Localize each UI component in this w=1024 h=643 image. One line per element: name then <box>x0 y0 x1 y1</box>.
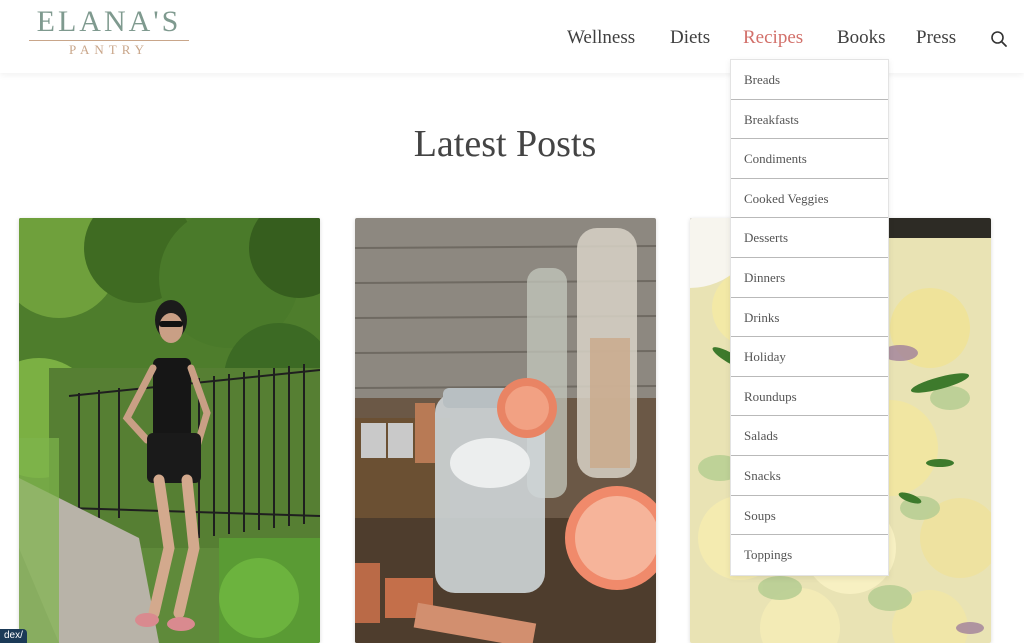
logo-divider <box>29 40 189 41</box>
post-image-water-jar <box>355 218 656 643</box>
dropdown-item-drinks[interactable]: Drinks <box>731 298 888 338</box>
dropdown-item-dinners[interactable]: Dinners <box>731 258 888 298</box>
dropdown-item-breakfasts[interactable]: Breakfasts <box>731 100 888 140</box>
nav-item-press[interactable]: Press <box>916 27 956 49</box>
dropdown-item-toppings[interactable]: Toppings <box>731 535 888 575</box>
dropdown-item-desserts[interactable]: Desserts <box>731 218 888 258</box>
logo-subtitle: PANTRY <box>68 42 150 57</box>
site-logo[interactable]: ELANA'S PANTRY <box>25 6 193 57</box>
dropdown-item-breads[interactable]: Breads <box>731 60 888 100</box>
nav-item-books[interactable]: Books <box>837 27 886 49</box>
recipes-dropdown-menu: Breads Breakfasts Condiments Cooked Vegg… <box>730 59 889 576</box>
post-card-2[interactable] <box>355 218 656 643</box>
nav-item-diets[interactable]: Diets <box>670 27 710 49</box>
post-image-woman-outdoors <box>19 218 320 643</box>
post-card-1[interactable] <box>19 218 320 643</box>
logo-name: ELANA'S <box>36 5 182 38</box>
dropdown-item-soups[interactable]: Soups <box>731 496 888 536</box>
status-url-chip: dex/ <box>0 629 27 643</box>
search-icon[interactable] <box>990 30 1008 48</box>
dropdown-item-condiments[interactable]: Condiments <box>731 139 888 179</box>
dropdown-item-snacks[interactable]: Snacks <box>731 456 888 496</box>
dropdown-item-salads[interactable]: Salads <box>731 416 888 456</box>
dropdown-item-holiday[interactable]: Holiday <box>731 337 888 377</box>
dropdown-item-cooked-veggies[interactable]: Cooked Veggies <box>731 179 888 219</box>
nav-item-recipes[interactable]: Recipes <box>743 27 803 49</box>
dropdown-item-roundups[interactable]: Roundups <box>731 377 888 417</box>
nav-item-wellness[interactable]: Wellness <box>567 27 635 49</box>
